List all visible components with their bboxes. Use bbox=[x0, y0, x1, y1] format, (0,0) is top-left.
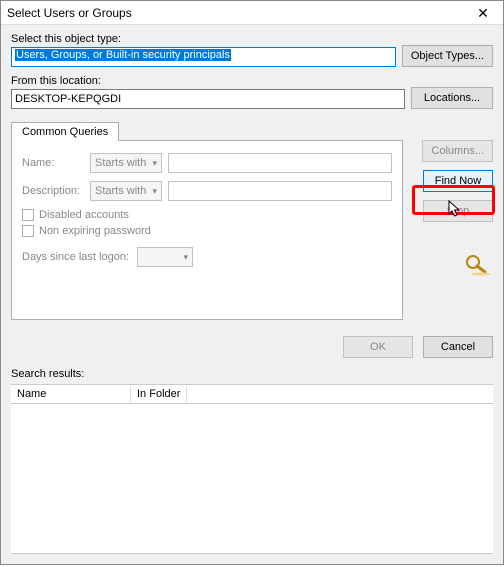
name-mode-combo[interactable]: Starts with ▾ bbox=[90, 153, 162, 173]
name-mode-value: Starts with bbox=[95, 157, 146, 169]
non-expiring-row[interactable]: Non expiring password bbox=[22, 225, 392, 237]
location-row: From this location: Locations... bbox=[11, 75, 493, 109]
search-results-label: Search results: bbox=[11, 368, 493, 380]
cancel-button[interactable]: Cancel bbox=[423, 336, 493, 358]
locations-button[interactable]: Locations... bbox=[411, 87, 493, 109]
disabled-accounts-checkbox[interactable] bbox=[22, 209, 34, 221]
object-type-value: Users, Groups, or Built-in security prin… bbox=[15, 49, 231, 61]
tabstrip: Common Queries bbox=[11, 121, 493, 140]
chevron-down-icon: ▾ bbox=[152, 186, 157, 197]
name-label: Name: bbox=[22, 157, 84, 169]
chevron-down-icon: ▾ bbox=[183, 252, 188, 263]
logon-combo[interactable]: ▾ bbox=[137, 247, 193, 267]
non-expiring-checkbox[interactable] bbox=[22, 225, 34, 237]
search-animation-icon bbox=[461, 252, 493, 279]
column-name[interactable]: Name bbox=[11, 386, 131, 402]
description-mode-value: Starts with bbox=[95, 185, 146, 197]
columns-button[interactable]: Columns... bbox=[422, 140, 493, 162]
name-row: Name: Starts with ▾ bbox=[22, 153, 392, 173]
results-header: Name In Folder bbox=[11, 384, 493, 404]
disabled-accounts-label: Disabled accounts bbox=[39, 209, 129, 221]
stop-button[interactable]: Stop bbox=[423, 200, 493, 222]
common-queries-panel: Name: Starts with ▾ Description: Starts … bbox=[11, 140, 403, 320]
non-expiring-label: Non expiring password bbox=[39, 225, 151, 237]
close-icon[interactable]: ✕ bbox=[463, 1, 503, 25]
description-label: Description: bbox=[22, 185, 84, 197]
results-list[interactable] bbox=[11, 404, 493, 554]
object-types-button[interactable]: Object Types... bbox=[402, 45, 493, 67]
ok-button[interactable]: OK bbox=[343, 336, 413, 358]
description-row: Description: Starts with ▾ bbox=[22, 181, 392, 201]
panel-row: Name: Starts with ▾ Description: Starts … bbox=[11, 140, 493, 320]
tab-common-queries[interactable]: Common Queries bbox=[11, 122, 119, 141]
dialog-window: Select Users or Groups ✕ Select this obj… bbox=[0, 0, 504, 565]
object-type-field[interactable]: Users, Groups, or Built-in security prin… bbox=[11, 47, 396, 67]
logon-row: Days since last logon: ▾ bbox=[22, 247, 392, 267]
titlebar: Select Users or Groups ✕ bbox=[1, 1, 503, 25]
window-title: Select Users or Groups bbox=[7, 6, 132, 20]
dialog-content: Select this object type: Users, Groups, … bbox=[1, 25, 503, 564]
find-now-button[interactable]: Find Now bbox=[423, 170, 493, 192]
object-type-row: Select this object type: Users, Groups, … bbox=[11, 33, 493, 67]
logon-label: Days since last logon: bbox=[22, 251, 129, 263]
name-input[interactable] bbox=[168, 153, 392, 173]
description-mode-combo[interactable]: Starts with ▾ bbox=[90, 181, 162, 201]
location-field[interactable] bbox=[11, 89, 405, 109]
column-in-folder[interactable]: In Folder bbox=[131, 386, 187, 402]
description-input[interactable] bbox=[168, 181, 392, 201]
side-buttons: Columns... Find Now Stop bbox=[411, 140, 493, 320]
object-type-label: Select this object type: bbox=[11, 33, 396, 45]
chevron-down-icon: ▾ bbox=[152, 158, 157, 169]
disabled-accounts-row[interactable]: Disabled accounts bbox=[22, 209, 392, 221]
location-label: From this location: bbox=[11, 75, 405, 87]
bottom-buttons: OK Cancel bbox=[11, 336, 493, 358]
